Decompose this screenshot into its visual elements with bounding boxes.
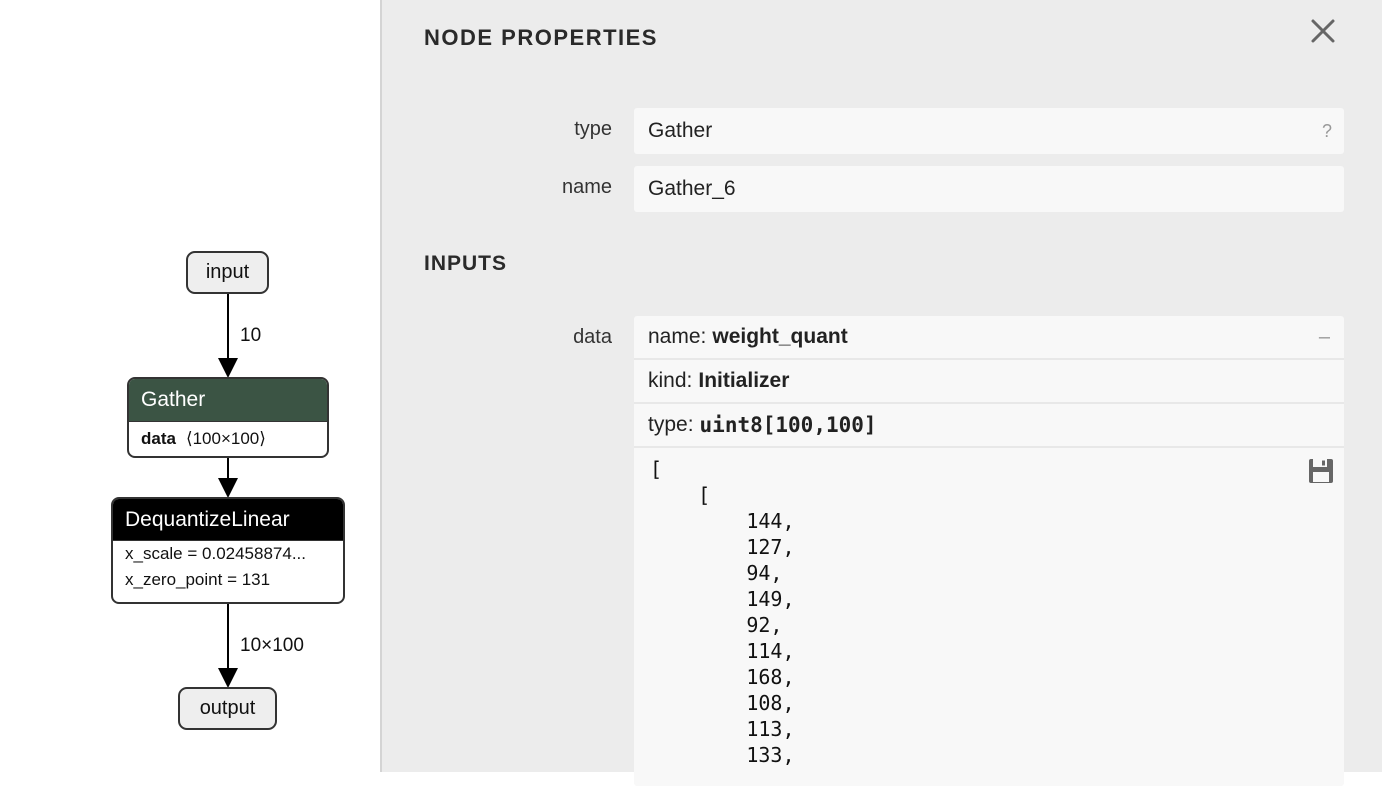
graph-canvas[interactable]: input 10 Gather data ⟨100×100⟩ Dequantize… <box>0 0 380 772</box>
name-label: name <box>561 176 612 198</box>
type-value: Gather <box>648 119 713 142</box>
input-type-value: uint8[100,100] <box>699 413 877 437</box>
tensor-value-area[interactable]: [ [ 144, 127, 94, 149, 92, 114, 168, 108… <box>634 448 1344 768</box>
node-properties-panel: NODE PROPERTIES type Gather ? name Gathe… <box>380 0 1382 786</box>
inputs-section-title: INPUTS <box>424 252 508 275</box>
close-button[interactable] <box>1306 14 1340 48</box>
output-node[interactable]: output <box>178 687 277 730</box>
save-icon <box>1309 459 1333 483</box>
help-icon[interactable]: ? <box>1322 121 1332 142</box>
type-value-field[interactable]: Gather ? <box>634 108 1344 154</box>
collapse-button[interactable]: – <box>1319 326 1330 349</box>
input-type-key: type: <box>648 413 694 436</box>
dequantize-node-title: DequantizeLinear <box>113 499 343 541</box>
input-node[interactable]: input <box>186 251 269 294</box>
input-kind-row: kind: Initializer <box>634 360 1344 404</box>
input-name-key: name: <box>648 325 707 348</box>
dequantize-linear-node[interactable]: DequantizeLinear x_scale = 0.02458874...… <box>111 497 345 604</box>
input-kind-value: Initializer <box>698 369 790 392</box>
type-label: type <box>574 118 612 140</box>
tensor-values: [ [ 144, 127, 94, 149, 92, 114, 168, 108… <box>650 457 795 767</box>
gather-attr-shape: ⟨100×100⟩ <box>185 429 266 448</box>
input-name-value: weight_quant <box>712 325 848 348</box>
close-icon <box>1311 19 1335 43</box>
input-kind-key: kind: <box>648 369 693 392</box>
input-name-row: name: weight_quant – <box>634 316 1344 360</box>
name-value-field[interactable]: Gather_6 <box>634 166 1344 212</box>
name-value: Gather_6 <box>648 177 736 200</box>
input-type-row: type: uint8[100,100] <box>634 404 1344 448</box>
panel-title: NODE PROPERTIES <box>424 25 658 50</box>
edge-label-output-shape: 10×100 <box>240 635 304 656</box>
dequantize-scale-attribute: x_scale = 0.02458874... <box>125 544 306 563</box>
gather-node[interactable]: Gather data ⟨100×100⟩ <box>127 377 329 458</box>
gather-attr-name: data <box>141 429 176 448</box>
data-input-details: name: weight_quant – kind: Initializer t… <box>634 316 1344 786</box>
save-button[interactable] <box>1308 458 1334 484</box>
data-input-label: data <box>573 326 612 348</box>
gather-node-attribute: data ⟨100×100⟩ <box>129 422 327 449</box>
dequantize-zero-point-attribute: x_zero_point = 131 <box>125 570 271 589</box>
edge-label-input-shape: 10 <box>240 325 262 346</box>
gather-node-title: Gather <box>129 379 327 422</box>
